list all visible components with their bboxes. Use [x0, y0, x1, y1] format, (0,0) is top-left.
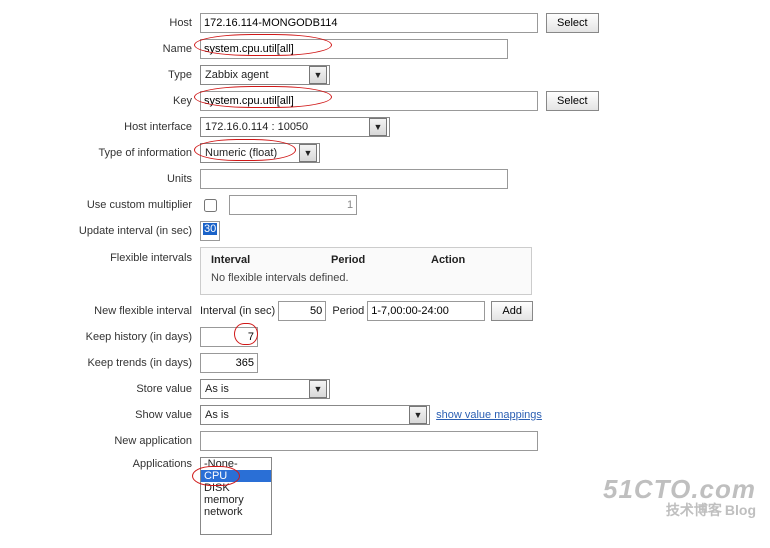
- units-input[interactable]: [200, 169, 508, 189]
- show-value-select[interactable]: As is ▼: [200, 405, 430, 425]
- applications-listbox[interactable]: -None-CPUDISKmemorynetwork: [200, 457, 272, 535]
- label-keep-trends: Keep trends (in days): [8, 350, 196, 376]
- applications-option[interactable]: DISK: [201, 482, 271, 494]
- chevron-down-icon: ▼: [309, 380, 327, 398]
- label-key: Key: [8, 88, 196, 114]
- update-interval-input[interactable]: 30: [203, 223, 217, 235]
- new-flex-period-label: Period: [332, 305, 364, 317]
- host-select-button[interactable]: Select: [546, 13, 599, 33]
- label-show-value: Show value: [8, 402, 196, 428]
- new-application-input[interactable]: [200, 431, 538, 451]
- label-new-flex: New flexible interval: [8, 298, 196, 324]
- keep-history-input[interactable]: [200, 327, 258, 347]
- label-update-interval: Update interval (in sec): [8, 218, 196, 244]
- show-value-mappings-link[interactable]: show value mappings: [436, 409, 542, 421]
- label-flexible-intervals: Flexible intervals: [8, 244, 196, 298]
- flex-col-action: Action: [431, 254, 501, 266]
- label-host-interface: Host interface: [8, 114, 196, 140]
- label-use-multiplier: Use custom multiplier: [8, 192, 196, 218]
- label-host: Host: [8, 10, 196, 36]
- keep-trends-input[interactable]: [200, 353, 258, 373]
- show-value-value: As is: [205, 409, 229, 421]
- new-flex-interval-label: Interval (in sec): [200, 305, 275, 317]
- chevron-down-icon: ▼: [409, 406, 427, 424]
- label-type-info: Type of information: [8, 140, 196, 166]
- multiplier-input[interactable]: [229, 195, 357, 215]
- applications-option[interactable]: memory: [201, 494, 271, 506]
- new-flex-interval-input[interactable]: [278, 301, 326, 321]
- applications-option[interactable]: CPU: [201, 470, 271, 482]
- use-multiplier-checkbox[interactable]: [204, 199, 217, 212]
- label-new-application: New application: [8, 428, 196, 454]
- label-type: Type: [8, 62, 196, 88]
- flex-col-period: Period: [331, 254, 431, 266]
- flex-col-interval: Interval: [211, 254, 331, 266]
- type-info-value: Numeric (float): [205, 147, 277, 159]
- flex-empty-text: No flexible intervals defined.: [211, 272, 521, 284]
- applications-option[interactable]: -None-: [201, 458, 271, 470]
- label-keep-history: Keep history (in days): [8, 324, 196, 350]
- chevron-down-icon: ▼: [369, 118, 387, 136]
- type-info-select[interactable]: Numeric (float) ▼: [200, 143, 320, 163]
- type-select[interactable]: Zabbix agent ▼: [200, 65, 330, 85]
- chevron-down-icon: ▼: [309, 66, 327, 84]
- add-flex-button[interactable]: Add: [491, 301, 533, 321]
- label-name: Name: [8, 36, 196, 62]
- name-input[interactable]: [200, 39, 508, 59]
- host-interface-value: 172.16.0.114 : 10050: [205, 121, 308, 133]
- store-value-value: As is: [205, 383, 229, 395]
- host-interface-select[interactable]: 172.16.0.114 : 10050 ▼: [200, 117, 390, 137]
- key-select-button[interactable]: Select: [546, 91, 599, 111]
- flexible-intervals-box: Interval Period Action No flexible inter…: [200, 247, 532, 295]
- chevron-down-icon: ▼: [299, 144, 317, 162]
- watermark: 51CTO.com 技术博客 Blog: [603, 476, 756, 519]
- label-units: Units: [8, 166, 196, 192]
- label-applications: Applications: [133, 458, 192, 470]
- store-value-select[interactable]: As is ▼: [200, 379, 330, 399]
- host-input[interactable]: [200, 13, 538, 33]
- new-flex-period-input[interactable]: [367, 301, 485, 321]
- applications-option[interactable]: network: [201, 506, 271, 518]
- type-select-value: Zabbix agent: [205, 69, 269, 81]
- key-input[interactable]: [200, 91, 538, 111]
- label-store-value: Store value: [8, 376, 196, 402]
